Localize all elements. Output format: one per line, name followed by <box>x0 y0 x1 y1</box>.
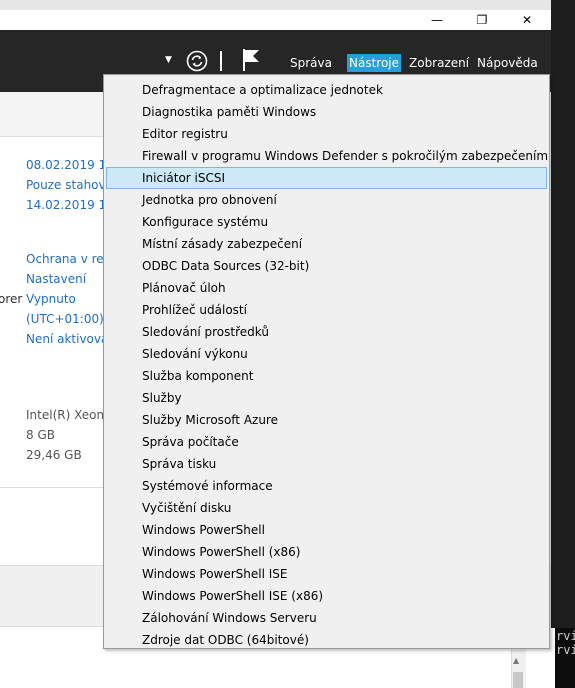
scrollbar-thumb[interactable] <box>513 672 523 688</box>
scroll-up-icon[interactable]: ▲ <box>513 656 519 665</box>
close-button[interactable]: ✕ <box>507 10 547 30</box>
tools-menu-item[interactable]: Firewall v programu Windows Defender s p… <box>106 145 548 167</box>
defender-link[interactable]: Ochrana v reál <box>26 252 114 266</box>
console-line: rvi <box>556 643 575 657</box>
tools-menu-item[interactable]: Služba komponent <box>106 365 547 387</box>
restore-icon: ❐ <box>476 13 488 27</box>
tools-menu-item[interactable]: Správa tisku <box>106 453 547 475</box>
tools-menu-item[interactable]: Sledování výkonu <box>106 343 547 365</box>
property-label-fragment: orer <box>0 292 23 306</box>
close-icon: ✕ <box>521 13 533 27</box>
time-zone-link[interactable]: (UTC+01:00) P <box>26 312 115 326</box>
toolbar-separator <box>220 51 222 71</box>
memory-value: 8 GB <box>26 428 55 442</box>
notifications-flag-button[interactable] <box>242 48 260 75</box>
tools-menu-item[interactable]: Služby <box>106 387 547 409</box>
tools-menu-item[interactable]: Windows PowerShell (x86) <box>106 541 547 563</box>
feedback-settings-link[interactable]: Nastavení <box>26 272 86 286</box>
menu-zobrazeni[interactable]: Zobrazení <box>409 54 469 72</box>
ie-enhanced-security-link[interactable]: Vypnuto <box>26 292 76 306</box>
tools-menu-item[interactable]: Zdroje dat ODBC (64bitové) <box>106 629 547 651</box>
tools-menu-item[interactable]: ODBC Data Sources (32-bit) <box>106 255 547 277</box>
tools-menu-item[interactable]: Konfigurace systému <box>106 211 547 233</box>
tools-menu-item[interactable]: Plánovač úloh <box>106 277 547 299</box>
windows-update-link[interactable]: Pouze stahova <box>26 178 113 192</box>
tools-menu-item[interactable]: Sledování prostředků <box>106 321 547 343</box>
tools-menu-item[interactable]: Windows PowerShell ISE <box>106 563 547 585</box>
menu-napoveda[interactable]: Nápověda <box>477 54 538 72</box>
tools-menu-item[interactable]: Windows PowerShell <box>106 519 547 541</box>
product-id-link[interactable]: Není aktivová <box>26 332 108 346</box>
tools-menu-item[interactable]: Systémové informace <box>106 475 547 497</box>
disk-space-value: 29,46 GB <box>26 448 82 462</box>
menu-nastroje[interactable]: Nástroje <box>347 54 402 72</box>
tools-dropdown-menu: Defragmentace a optimalizace jednotek Dia… <box>103 74 550 649</box>
tools-menu-item[interactable]: Služby Microsoft Azure <box>106 409 547 431</box>
console-line: rvi <box>556 629 575 643</box>
tools-menu-item[interactable]: Správa počítače <box>106 431 547 453</box>
section-divider <box>0 487 110 488</box>
flag-icon <box>243 49 259 71</box>
top-strip <box>0 0 551 10</box>
refresh-button[interactable] <box>186 50 208 72</box>
tools-menu-item[interactable]: Defragmentace a optimalizace jednotek <box>106 79 547 101</box>
tools-menu-item[interactable]: Vyčištění disku <box>106 497 547 519</box>
background-window-edge <box>551 0 575 628</box>
menu-sprava[interactable]: Správa <box>290 54 332 72</box>
tools-menu-item[interactable]: Zálohování Windows Serveru <box>106 607 547 629</box>
tools-menu-item[interactable]: Jednotka pro obnovení <box>106 189 547 211</box>
tools-menu-item[interactable]: Místní zásady zabezpečení <box>106 233 547 255</box>
tools-menu-item[interactable]: Prohlížeč událostí <box>106 299 547 321</box>
tools-menu-item[interactable]: Windows PowerShell ISE (x86) <box>106 585 547 607</box>
tools-menu-item[interactable]: Iniciátor iSCSI <box>106 167 547 189</box>
chevron-down-icon[interactable]: ▼ <box>165 55 172 65</box>
minimize-icon: — <box>431 13 443 27</box>
minimize-button[interactable]: — <box>417 10 457 30</box>
tools-menu-item[interactable]: Diagnostika paměti Windows <box>106 101 547 123</box>
section-header-band <box>0 92 110 137</box>
refresh-icon <box>186 50 208 72</box>
restore-button[interactable]: ❐ <box>462 10 502 30</box>
tools-menu-item[interactable]: Editor registru <box>106 123 547 145</box>
